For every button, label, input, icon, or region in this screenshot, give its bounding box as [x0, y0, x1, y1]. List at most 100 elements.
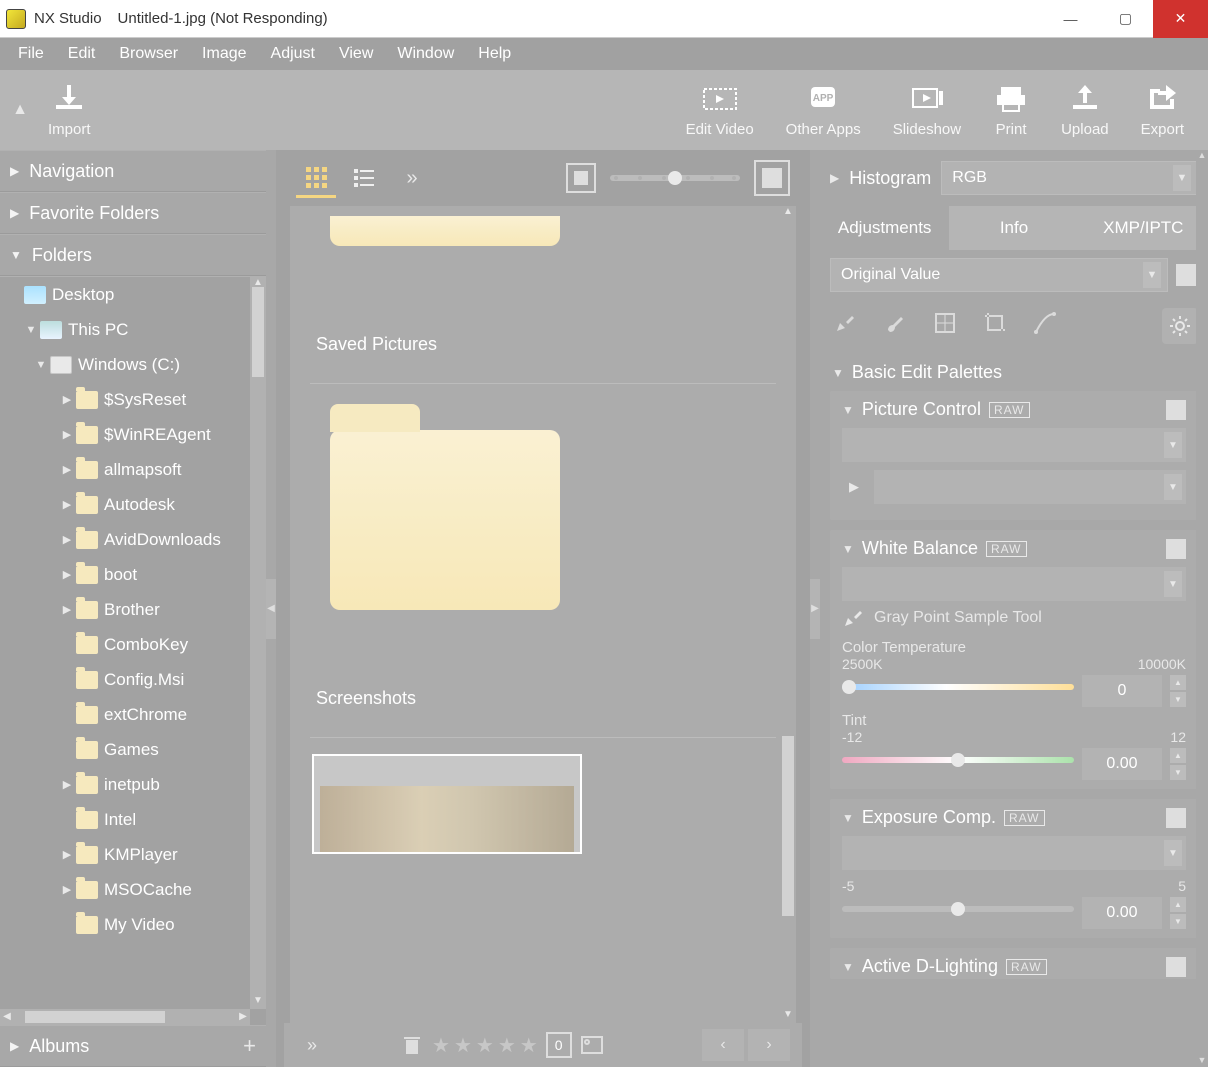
prev-image-button[interactable]: ‹ [702, 1029, 744, 1061]
curve-icon[interactable] [1030, 308, 1060, 338]
scroll-up-icon[interactable]: ▲ [1196, 150, 1208, 162]
splitter-grip-icon[interactable]: ◀ [266, 579, 276, 639]
collapse-icon[interactable]: ▼ [842, 960, 854, 974]
folder-item-saved-pictures[interactable]: Saved Pictures [310, 206, 776, 384]
exposure-value[interactable]: 0.00 [1082, 897, 1162, 929]
grid-view-button[interactable] [296, 158, 336, 198]
menu-edit[interactable]: Edit [56, 41, 108, 67]
exposure-stepper[interactable]: ▲▼ [1170, 896, 1186, 930]
scroll-thumb[interactable] [782, 736, 794, 916]
step-up-icon[interactable]: ▲ [1170, 675, 1186, 690]
tab-adjustments[interactable]: Adjustments [820, 206, 949, 250]
slideshow-button[interactable]: Slideshow [877, 70, 977, 150]
color-temp-slider[interactable] [842, 684, 1074, 690]
collapse-icon[interactable]: ▼ [842, 811, 854, 825]
tree-row[interactable]: Games [0, 732, 250, 767]
color-temp-value[interactable]: 0 [1082, 675, 1162, 707]
tree-vertical-scrollbar[interactable]: ▲▼ [250, 277, 266, 1009]
tree-expand-icon[interactable] [22, 324, 40, 336]
tree-row[interactable]: Windows (C:) [0, 347, 250, 382]
star-3[interactable]: ★ [476, 1033, 494, 1058]
play-icon[interactable]: ▶ [842, 475, 866, 499]
menu-image[interactable]: Image [190, 41, 258, 67]
eyedropper-icon[interactable] [830, 308, 860, 338]
basic-edit-section-header[interactable]: ▼Basic Edit Palettes [830, 354, 1198, 391]
menu-browser[interactable]: Browser [107, 41, 190, 67]
tree-row[interactable]: $SysReset [0, 382, 250, 417]
albums-panel-header[interactable]: Albums+ [0, 1025, 266, 1067]
color-temp-stepper[interactable]: ▲▼ [1170, 674, 1186, 708]
tree-row[interactable]: boot [0, 557, 250, 592]
menu-adjust[interactable]: Adjust [259, 41, 327, 67]
label-button[interactable] [576, 1029, 608, 1061]
tint-stepper[interactable]: ▲▼ [1170, 747, 1186, 781]
folders-panel-header[interactable]: Folders [0, 234, 266, 276]
tree-expand-icon[interactable] [58, 393, 76, 406]
left-splitter[interactable]: ◀ [266, 150, 276, 1067]
picture-control-select[interactable]: ▼ [842, 428, 1186, 462]
tree-expand-icon[interactable] [58, 848, 76, 861]
tree-expand-icon[interactable] [58, 883, 76, 896]
collapse-icon[interactable]: ▼ [842, 542, 854, 556]
tint-value[interactable]: 0.00 [1082, 748, 1162, 780]
more-views-button[interactable]: » [392, 158, 432, 198]
favorite-folders-panel-header[interactable]: Favorite Folders [0, 192, 266, 234]
scroll-down-icon[interactable]: ▼ [780, 1009, 796, 1023]
tree-expand-icon[interactable] [58, 428, 76, 441]
menu-help[interactable]: Help [466, 41, 523, 67]
slider-thumb[interactable] [668, 171, 682, 185]
expand-thumbs-button[interactable]: » [296, 1029, 328, 1061]
white-balance-toggle[interactable] [1166, 539, 1186, 559]
zoom-out-button[interactable] [566, 163, 596, 193]
tree-row[interactable]: Brother [0, 592, 250, 627]
histogram-header[interactable]: ▶ Histogram RGB▼ [820, 150, 1208, 206]
histogram-mode-select[interactable]: RGB▼ [941, 161, 1198, 195]
step-down-icon[interactable]: ▼ [1170, 765, 1186, 780]
star-2[interactable]: ★ [454, 1033, 472, 1058]
export-button[interactable]: Export [1125, 70, 1200, 150]
thumb-vertical-scrollbar[interactable]: ▲▼ [780, 206, 796, 1023]
tree-expand-icon[interactable] [58, 568, 76, 581]
print-button[interactable]: Print [977, 70, 1045, 150]
star-4[interactable]: ★ [498, 1033, 516, 1058]
splitter-grip-icon[interactable]: ▶ [810, 579, 820, 639]
tree-horizontal-scrollbar[interactable]: ◀▶ [0, 1009, 250, 1025]
tree-row[interactable]: MSOCache [0, 872, 250, 907]
right-panel-scrollbar[interactable]: ▲▼ [1196, 150, 1208, 1067]
tree-expand-icon[interactable] [32, 359, 50, 371]
next-image-button[interactable]: › [748, 1029, 790, 1061]
menu-view[interactable]: View [327, 41, 385, 67]
thumbnail-size-slider[interactable] [610, 175, 740, 181]
tree-row[interactable]: Autodesk [0, 487, 250, 522]
exposure-comp-select[interactable]: ▼ [842, 836, 1186, 870]
scroll-right-icon[interactable]: ▶ [236, 1009, 250, 1025]
tree-row[interactable]: Config.Msi [0, 662, 250, 697]
slider-thumb[interactable] [951, 902, 965, 916]
close-button[interactable]: ✕ [1153, 0, 1208, 38]
tree-row[interactable]: Desktop [0, 277, 250, 312]
star-5[interactable]: ★ [520, 1033, 538, 1058]
scroll-down-icon[interactable]: ▼ [250, 995, 266, 1009]
tree-expand-icon[interactable] [58, 498, 76, 511]
tree-expand-icon[interactable] [58, 603, 76, 616]
list-view-button[interactable] [344, 158, 384, 198]
tree-row[interactable]: inetpub [0, 767, 250, 802]
slider-thumb[interactable] [951, 753, 965, 767]
tab-xmp-iptc[interactable]: XMP/IPTC [1079, 206, 1208, 250]
exposure-slider[interactable] [842, 906, 1074, 912]
scroll-down-icon[interactable]: ▼ [1196, 1055, 1208, 1067]
white-balance-select[interactable]: ▼ [842, 567, 1186, 601]
right-splitter[interactable]: ▶ [810, 150, 820, 1067]
preview-toggle[interactable] [1176, 264, 1198, 286]
preset-select[interactable]: Original Value▼ [830, 258, 1168, 292]
tree-expand-icon[interactable] [58, 463, 76, 476]
collapse-icon[interactable]: ▼ [842, 403, 854, 417]
step-down-icon[interactable]: ▼ [1170, 692, 1186, 707]
tree-expand-icon[interactable] [58, 778, 76, 791]
zoom-in-button[interactable] [754, 160, 790, 196]
step-up-icon[interactable]: ▲ [1170, 897, 1186, 912]
crop-icon[interactable] [980, 308, 1010, 338]
edit-video-button[interactable]: Edit Video [670, 70, 770, 150]
folder-item-screenshots[interactable]: Screenshots [310, 384, 776, 738]
import-button[interactable]: Import [32, 70, 107, 150]
